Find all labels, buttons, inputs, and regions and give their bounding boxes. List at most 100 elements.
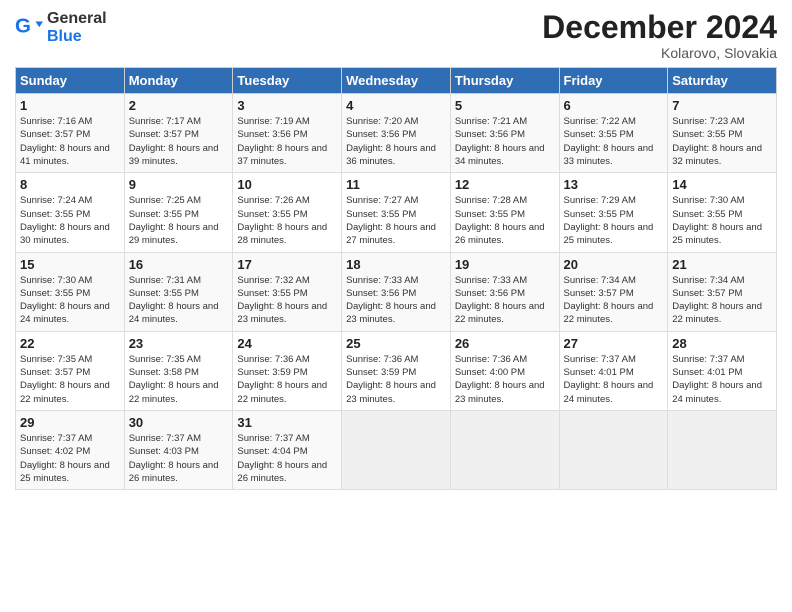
day-info: Sunrise: 7:24 AMSunset: 3:55 PMDaylight:… xyxy=(20,195,110,246)
day-info: Sunrise: 7:33 AMSunset: 3:56 PMDaylight:… xyxy=(455,275,545,326)
day-header-saturday: Saturday xyxy=(668,68,777,94)
day-number: 7 xyxy=(672,98,772,113)
day-info: Sunrise: 7:36 AMSunset: 3:59 PMDaylight:… xyxy=(346,354,436,405)
day-info: Sunrise: 7:37 AMSunset: 4:04 PMDaylight:… xyxy=(237,433,327,484)
calendar-cell xyxy=(559,410,668,489)
day-info: Sunrise: 7:35 AMSunset: 3:57 PMDaylight:… xyxy=(20,354,110,405)
day-info: Sunrise: 7:25 AMSunset: 3:55 PMDaylight:… xyxy=(129,195,219,246)
logo-icon: G xyxy=(15,14,43,42)
calendar-week-row: 8 Sunrise: 7:24 AMSunset: 3:55 PMDayligh… xyxy=(16,173,777,252)
day-info: Sunrise: 7:27 AMSunset: 3:55 PMDaylight:… xyxy=(346,195,436,246)
calendar-cell: 13 Sunrise: 7:29 AMSunset: 3:55 PMDaylig… xyxy=(559,173,668,252)
logo-blue: Blue xyxy=(47,28,82,45)
calendar-cell: 8 Sunrise: 7:24 AMSunset: 3:55 PMDayligh… xyxy=(16,173,125,252)
calendar-cell: 4 Sunrise: 7:20 AMSunset: 3:56 PMDayligh… xyxy=(342,94,451,173)
day-number: 15 xyxy=(20,257,120,272)
calendar-week-row: 1 Sunrise: 7:16 AMSunset: 3:57 PMDayligh… xyxy=(16,94,777,173)
title-section: December 2024 Kolarovo, Slovakia xyxy=(542,10,777,61)
calendar-cell xyxy=(668,410,777,489)
day-info: Sunrise: 7:37 AMSunset: 4:01 PMDaylight:… xyxy=(672,354,762,405)
calendar-cell: 30 Sunrise: 7:37 AMSunset: 4:03 PMDaylig… xyxy=(124,410,233,489)
calendar-cell: 9 Sunrise: 7:25 AMSunset: 3:55 PMDayligh… xyxy=(124,173,233,252)
calendar-cell: 14 Sunrise: 7:30 AMSunset: 3:55 PMDaylig… xyxy=(668,173,777,252)
calendar-cell: 27 Sunrise: 7:37 AMSunset: 4:01 PMDaylig… xyxy=(559,331,668,410)
calendar-cell: 3 Sunrise: 7:19 AMSunset: 3:56 PMDayligh… xyxy=(233,94,342,173)
calendar-cell: 25 Sunrise: 7:36 AMSunset: 3:59 PMDaylig… xyxy=(342,331,451,410)
day-info: Sunrise: 7:28 AMSunset: 3:55 PMDaylight:… xyxy=(455,195,545,246)
day-info: Sunrise: 7:36 AMSunset: 4:00 PMDaylight:… xyxy=(455,354,545,405)
day-info: Sunrise: 7:26 AMSunset: 3:55 PMDaylight:… xyxy=(237,195,327,246)
logo-general: General xyxy=(47,10,107,27)
day-number: 1 xyxy=(20,98,120,113)
calendar-cell: 16 Sunrise: 7:31 AMSunset: 3:55 PMDaylig… xyxy=(124,252,233,331)
calendar-cell xyxy=(450,410,559,489)
day-number: 20 xyxy=(564,257,664,272)
day-number: 28 xyxy=(672,336,772,351)
day-info: Sunrise: 7:21 AMSunset: 3:56 PMDaylight:… xyxy=(455,116,545,167)
day-number: 9 xyxy=(129,177,229,192)
calendar-container: G General Blue December 2024 Kolarovo, S… xyxy=(0,0,792,500)
day-info: Sunrise: 7:34 AMSunset: 3:57 PMDaylight:… xyxy=(564,275,654,326)
calendar-cell: 12 Sunrise: 7:28 AMSunset: 3:55 PMDaylig… xyxy=(450,173,559,252)
day-number: 6 xyxy=(564,98,664,113)
day-number: 25 xyxy=(346,336,446,351)
day-number: 27 xyxy=(564,336,664,351)
calendar-header-row: SundayMondayTuesdayWednesdayThursdayFrid… xyxy=(16,68,777,94)
day-info: Sunrise: 7:36 AMSunset: 3:59 PMDaylight:… xyxy=(237,354,327,405)
calendar-cell: 31 Sunrise: 7:37 AMSunset: 4:04 PMDaylig… xyxy=(233,410,342,489)
day-info: Sunrise: 7:23 AMSunset: 3:55 PMDaylight:… xyxy=(672,116,762,167)
day-info: Sunrise: 7:37 AMSunset: 4:01 PMDaylight:… xyxy=(564,354,654,405)
calendar-cell: 22 Sunrise: 7:35 AMSunset: 3:57 PMDaylig… xyxy=(16,331,125,410)
day-number: 23 xyxy=(129,336,229,351)
calendar-week-row: 22 Sunrise: 7:35 AMSunset: 3:57 PMDaylig… xyxy=(16,331,777,410)
calendar-cell: 23 Sunrise: 7:35 AMSunset: 3:58 PMDaylig… xyxy=(124,331,233,410)
day-number: 30 xyxy=(129,415,229,430)
calendar-cell: 21 Sunrise: 7:34 AMSunset: 3:57 PMDaylig… xyxy=(668,252,777,331)
day-number: 2 xyxy=(129,98,229,113)
day-number: 12 xyxy=(455,177,555,192)
day-info: Sunrise: 7:22 AMSunset: 3:55 PMDaylight:… xyxy=(564,116,654,167)
calendar-cell: 28 Sunrise: 7:37 AMSunset: 4:01 PMDaylig… xyxy=(668,331,777,410)
day-info: Sunrise: 7:33 AMSunset: 3:56 PMDaylight:… xyxy=(346,275,436,326)
calendar-cell: 18 Sunrise: 7:33 AMSunset: 3:56 PMDaylig… xyxy=(342,252,451,331)
day-header-thursday: Thursday xyxy=(450,68,559,94)
calendar-cell: 5 Sunrise: 7:21 AMSunset: 3:56 PMDayligh… xyxy=(450,94,559,173)
calendar-cell: 29 Sunrise: 7:37 AMSunset: 4:02 PMDaylig… xyxy=(16,410,125,489)
day-header-wednesday: Wednesday xyxy=(342,68,451,94)
day-number: 8 xyxy=(20,177,120,192)
calendar-cell: 10 Sunrise: 7:26 AMSunset: 3:55 PMDaylig… xyxy=(233,173,342,252)
header-row: G General Blue December 2024 Kolarovo, S… xyxy=(15,10,777,61)
day-number: 26 xyxy=(455,336,555,351)
calendar-cell: 15 Sunrise: 7:30 AMSunset: 3:55 PMDaylig… xyxy=(16,252,125,331)
svg-text:G: G xyxy=(15,15,31,38)
calendar-cell: 19 Sunrise: 7:33 AMSunset: 3:56 PMDaylig… xyxy=(450,252,559,331)
day-info: Sunrise: 7:35 AMSunset: 3:58 PMDaylight:… xyxy=(129,354,219,405)
day-info: Sunrise: 7:29 AMSunset: 3:55 PMDaylight:… xyxy=(564,195,654,246)
calendar-cell: 11 Sunrise: 7:27 AMSunset: 3:55 PMDaylig… xyxy=(342,173,451,252)
calendar-table: SundayMondayTuesdayWednesdayThursdayFrid… xyxy=(15,67,777,490)
calendar-cell: 24 Sunrise: 7:36 AMSunset: 3:59 PMDaylig… xyxy=(233,331,342,410)
day-number: 22 xyxy=(20,336,120,351)
day-header-friday: Friday xyxy=(559,68,668,94)
day-info: Sunrise: 7:30 AMSunset: 3:55 PMDaylight:… xyxy=(20,275,110,326)
calendar-cell: 2 Sunrise: 7:17 AMSunset: 3:57 PMDayligh… xyxy=(124,94,233,173)
day-number: 11 xyxy=(346,177,446,192)
logo: G General Blue xyxy=(15,10,107,46)
day-number: 10 xyxy=(237,177,337,192)
day-number: 5 xyxy=(455,98,555,113)
day-number: 4 xyxy=(346,98,446,113)
calendar-cell: 26 Sunrise: 7:36 AMSunset: 4:00 PMDaylig… xyxy=(450,331,559,410)
day-info: Sunrise: 7:20 AMSunset: 3:56 PMDaylight:… xyxy=(346,116,436,167)
day-header-sunday: Sunday xyxy=(16,68,125,94)
day-info: Sunrise: 7:17 AMSunset: 3:57 PMDaylight:… xyxy=(129,116,219,167)
day-number: 14 xyxy=(672,177,772,192)
day-info: Sunrise: 7:16 AMSunset: 3:57 PMDaylight:… xyxy=(20,116,110,167)
month-title: December 2024 xyxy=(542,10,777,45)
day-info: Sunrise: 7:30 AMSunset: 3:55 PMDaylight:… xyxy=(672,195,762,246)
day-header-tuesday: Tuesday xyxy=(233,68,342,94)
location: Kolarovo, Slovakia xyxy=(542,45,777,61)
day-header-monday: Monday xyxy=(124,68,233,94)
day-info: Sunrise: 7:37 AMSunset: 4:02 PMDaylight:… xyxy=(20,433,110,484)
day-info: Sunrise: 7:34 AMSunset: 3:57 PMDaylight:… xyxy=(672,275,762,326)
day-info: Sunrise: 7:37 AMSunset: 4:03 PMDaylight:… xyxy=(129,433,219,484)
